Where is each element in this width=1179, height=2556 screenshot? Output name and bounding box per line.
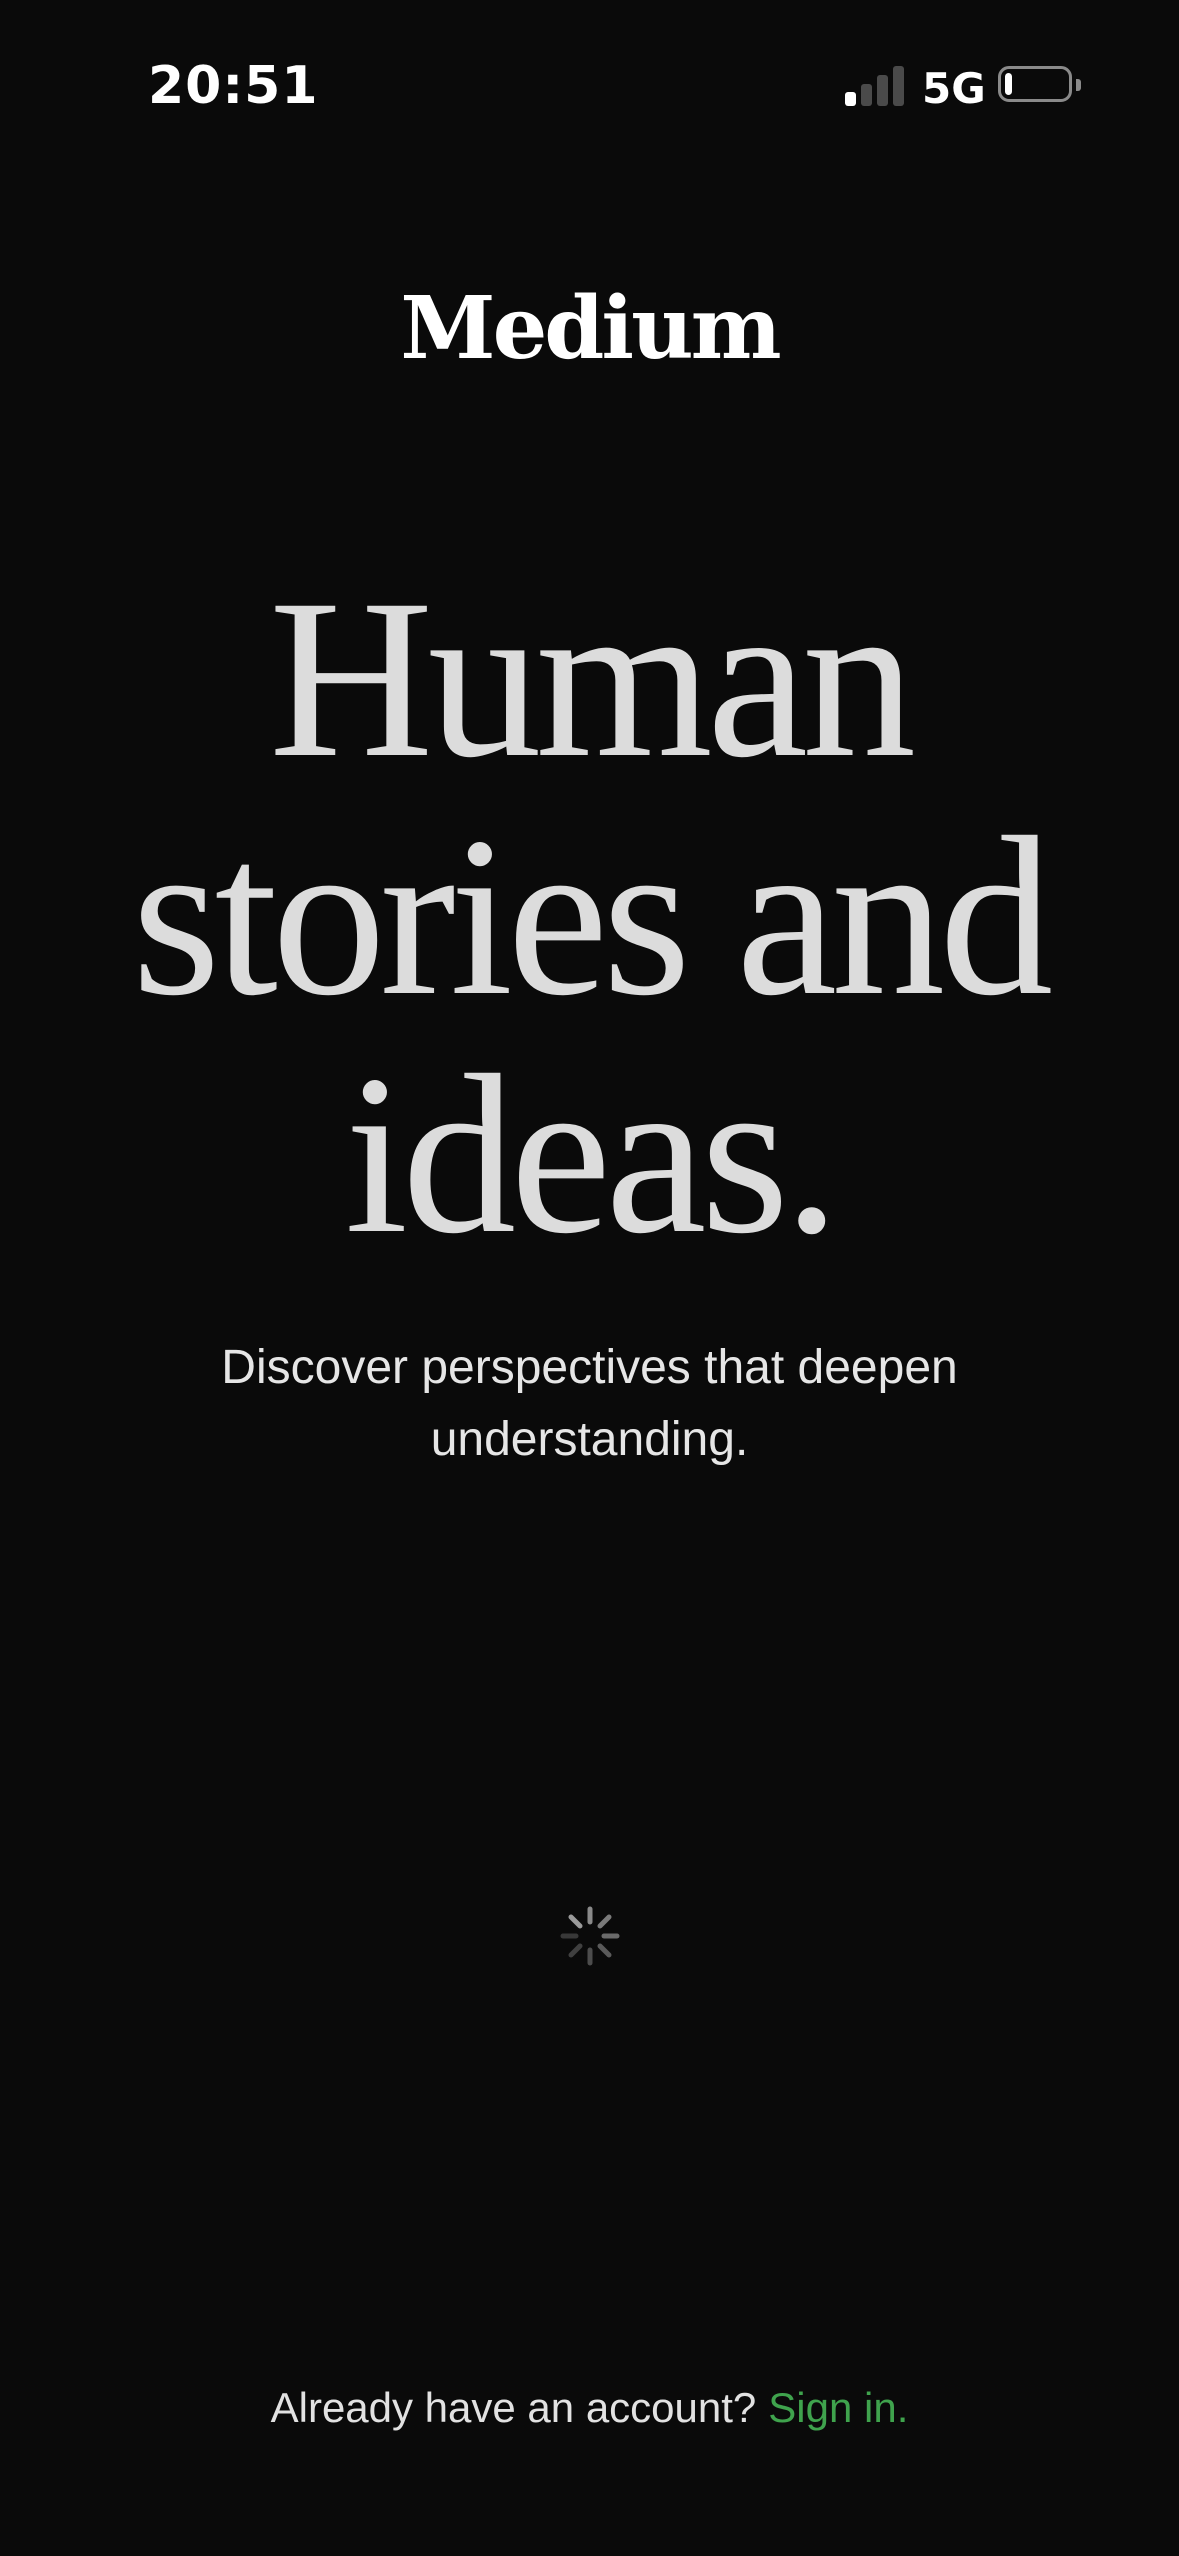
battery-level (1005, 73, 1012, 95)
medium-logo: Medium (400, 278, 781, 379)
headline-line: Human (268, 553, 916, 805)
network-type: 5G (922, 64, 986, 113)
sign-in-link[interactable]: Sign in. (768, 2384, 908, 2431)
loading-spinner-icon (560, 1906, 620, 1966)
battery-icon (998, 66, 1072, 102)
battery-cap (1076, 79, 1081, 91)
account-prompt-text: Already have an account? (270, 2384, 757, 2431)
sign-in-prompt: Already have an account? Sign in. (0, 2384, 1179, 2432)
subtitle-line: understanding. (430, 1413, 749, 1466)
hero-subtitle: Discover perspectives that deepen unders… (180, 1332, 999, 1476)
headline-line: stories and (131, 791, 1053, 1043)
status-bar: 20:51 5G (0, 0, 1179, 170)
status-time: 20:51 (148, 56, 319, 116)
subtitle-line: Discover perspectives that deepen (221, 1341, 958, 1394)
headline-line: ideas. (344, 1029, 840, 1281)
cellular-signal-icon (845, 64, 905, 106)
hero-headline: Human stories and ideas. (60, 560, 1119, 1274)
